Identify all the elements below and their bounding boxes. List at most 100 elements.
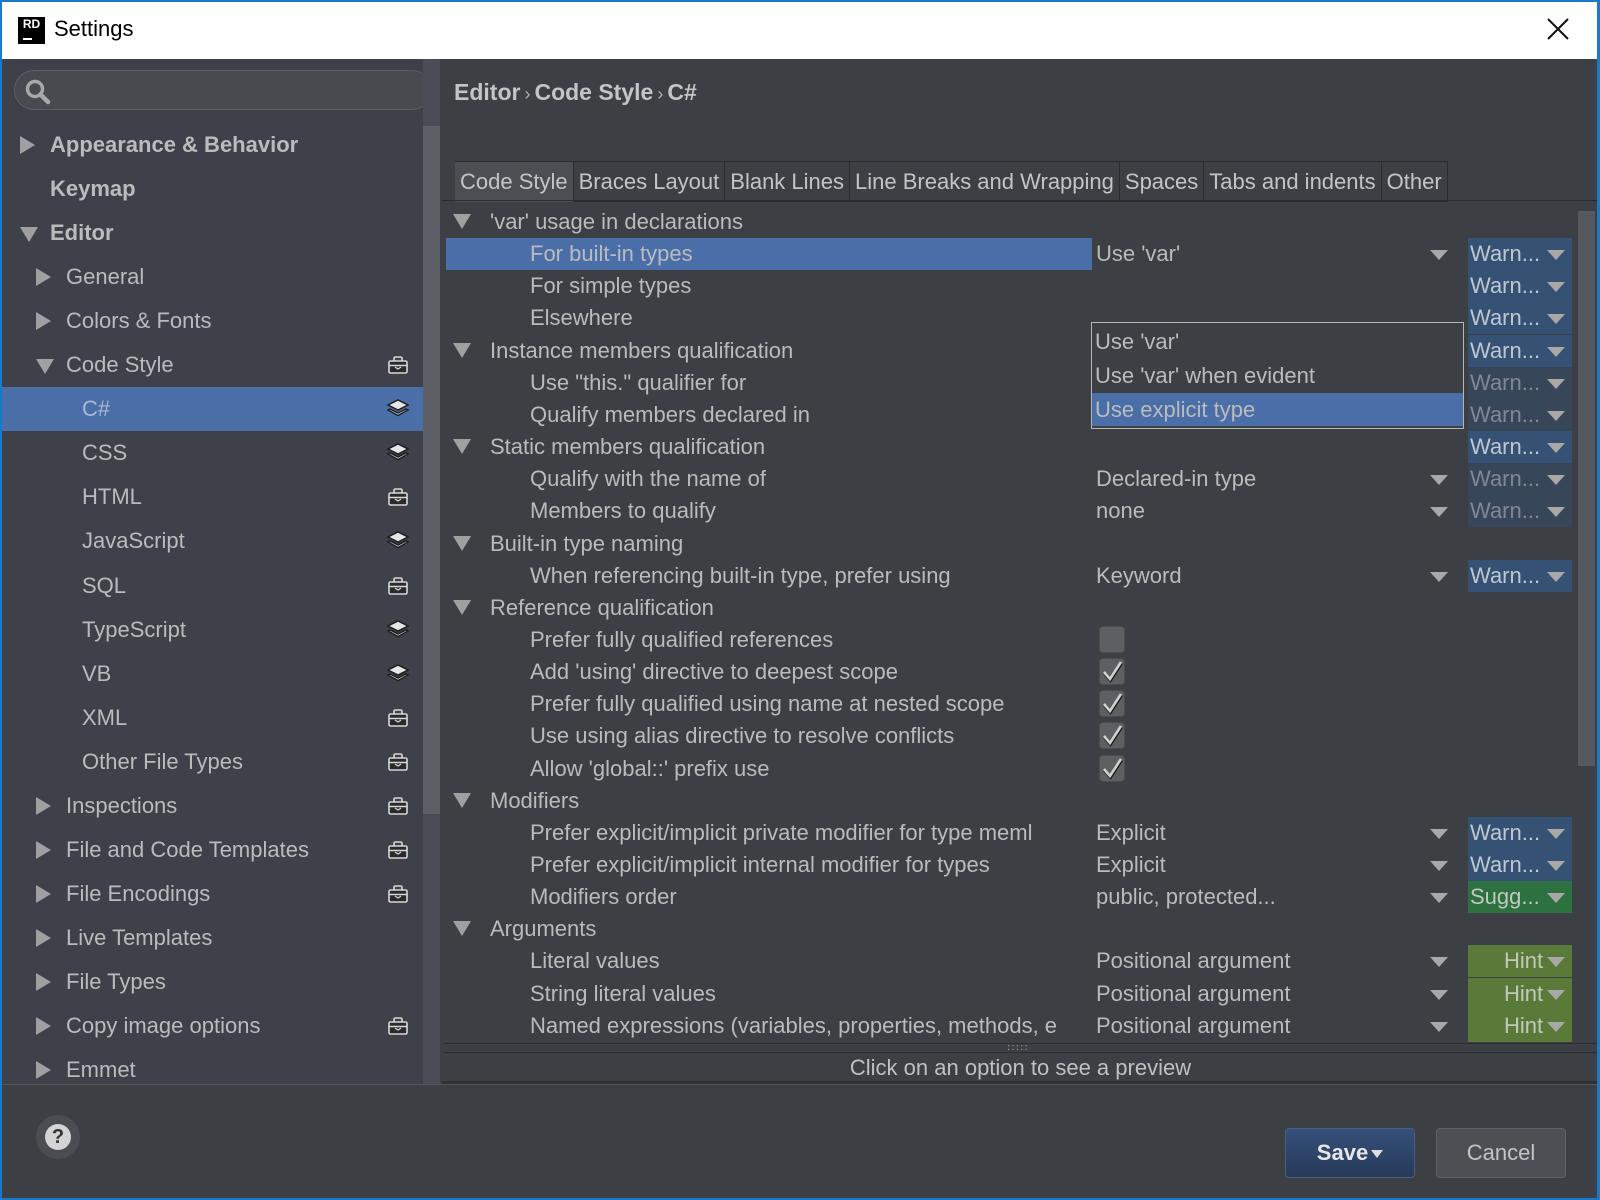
severity-select[interactable]: Hint xyxy=(1468,945,1572,978)
severity-select[interactable]: Warn... xyxy=(1468,463,1572,496)
chevron-down-icon[interactable] xyxy=(1430,571,1448,582)
option-group[interactable]: 'var' usage in declarations xyxy=(446,206,1573,238)
severity-select[interactable]: Hint xyxy=(1468,977,1572,1010)
sidebar-scrollbar[interactable] xyxy=(423,126,440,814)
option-row[interactable]: For simple types Warn... xyxy=(446,270,1573,303)
collapsed-arrow-icon[interactable] xyxy=(36,928,51,947)
sidebar-item[interactable]: VB xyxy=(2,652,423,696)
search-input[interactable] xyxy=(59,77,423,105)
option-value-select[interactable]: Declared-in type xyxy=(1096,466,1426,492)
tab-code-style[interactable]: Code Style xyxy=(455,162,574,202)
option-checkbox[interactable] xyxy=(1099,625,1125,653)
collapsed-arrow-icon[interactable] xyxy=(36,840,51,859)
sidebar-item[interactable]: XML xyxy=(2,696,423,740)
option-value-select[interactable]: Positional argument xyxy=(1096,948,1426,974)
option-row[interactable]: Literal values Positional argument Hint xyxy=(446,945,1573,978)
option-value-select[interactable]: none xyxy=(1096,498,1426,524)
chevron-down-icon[interactable] xyxy=(1430,861,1448,871)
option-row[interactable]: Modifiers order public, protected... Sugg.… xyxy=(446,881,1573,914)
expanded-arrow-icon[interactable] xyxy=(453,792,471,808)
sidebar-item[interactable]: File Encodings xyxy=(2,872,423,916)
option-row[interactable]: Allow 'global::' prefix use xyxy=(446,753,1573,785)
option-row[interactable]: Prefer fully qualified references xyxy=(446,624,1573,656)
option-row[interactable]: Qualify with the name of Declared-in type… xyxy=(446,463,1573,496)
chevron-down-icon[interactable] xyxy=(1430,250,1448,261)
tab-tabs-and-indents[interactable]: Tabs and indents xyxy=(1204,162,1382,202)
option-value-select[interactable]: public, protected... xyxy=(1096,884,1426,910)
sidebar-item[interactable]: Inspections xyxy=(2,784,423,828)
option-group[interactable]: Reference qualification xyxy=(446,592,1573,624)
option-row[interactable]: Prefer explicit/implicit private modifie… xyxy=(446,816,1573,849)
close-button[interactable] xyxy=(1543,14,1573,44)
severity-select[interactable]: Warn... xyxy=(1468,334,1572,367)
chevron-down-icon[interactable] xyxy=(1430,957,1448,968)
option-value-select[interactable]: Keyword xyxy=(1096,563,1426,589)
option-checkbox[interactable] xyxy=(1099,754,1125,782)
severity-select[interactable]: Warn... xyxy=(1468,238,1572,271)
severity-select[interactable]: Warn... xyxy=(1468,495,1572,528)
sidebar-item[interactable]: Live Templates xyxy=(2,916,423,960)
tab-line-breaks-and-wrapping[interactable]: Line Breaks and Wrapping xyxy=(850,162,1120,202)
expanded-arrow-icon[interactable] xyxy=(453,921,471,937)
sidebar-item[interactable]: Appearance & Behavior xyxy=(2,123,423,167)
dropdown-option[interactable]: Use 'var' when evident xyxy=(1092,359,1463,392)
option-checkbox[interactable] xyxy=(1099,722,1125,750)
severity-select[interactable]: Warn... xyxy=(1468,366,1572,399)
sidebar-item[interactable]: Emmet xyxy=(2,1048,423,1084)
option-group[interactable]: Modifiers xyxy=(446,785,1573,817)
sidebar-item[interactable]: Copy image options xyxy=(2,1004,423,1048)
severity-select[interactable]: Warn... xyxy=(1468,431,1572,464)
chevron-down-icon[interactable] xyxy=(1430,1021,1448,1032)
option-group[interactable]: Arguments xyxy=(446,913,1573,945)
collapsed-arrow-icon[interactable] xyxy=(36,268,51,287)
collapsed-arrow-icon[interactable] xyxy=(36,1061,51,1080)
dropdown-option[interactable]: Use 'var' xyxy=(1092,325,1463,358)
expanded-arrow-icon[interactable] xyxy=(453,342,471,358)
chevron-down-icon[interactable] xyxy=(1430,828,1448,839)
expanded-arrow-icon[interactable] xyxy=(453,535,471,551)
collapsed-arrow-icon[interactable] xyxy=(36,972,51,991)
option-row[interactable]: For built-in types Use 'var' Warn... xyxy=(446,238,1573,271)
collapsed-arrow-icon[interactable] xyxy=(36,796,51,815)
severity-select[interactable]: Warn... xyxy=(1468,270,1572,303)
help-button[interactable]: ? xyxy=(36,1115,80,1159)
cancel-button[interactable]: Cancel xyxy=(1436,1128,1566,1178)
chevron-down-icon[interactable] xyxy=(1430,507,1448,518)
option-row[interactable]: Use using alias directive to resolve con… xyxy=(446,720,1573,752)
severity-select[interactable]: Warn... xyxy=(1468,398,1572,431)
sidebar-item[interactable]: Colors & Fonts xyxy=(2,299,423,343)
tab-spaces[interactable]: Spaces xyxy=(1119,162,1205,202)
sidebar-item[interactable]: File Types xyxy=(2,960,423,1004)
option-value-select[interactable]: Positional argument xyxy=(1096,981,1426,1007)
chevron-down-icon[interactable] xyxy=(1430,893,1448,904)
dropdown-option[interactable]: Use explicit type xyxy=(1092,393,1463,426)
sidebar-item[interactable]: Editor xyxy=(2,211,423,255)
option-checkbox[interactable] xyxy=(1099,690,1125,718)
severity-select[interactable]: Warn... xyxy=(1468,816,1572,849)
option-row[interactable]: Prefer explicit/implicit internal modifi… xyxy=(446,849,1573,881)
option-row[interactable]: Members to qualify none Warn... xyxy=(446,495,1573,528)
sidebar-item[interactable]: CSS xyxy=(2,431,423,475)
sidebar-item[interactable]: General xyxy=(2,255,423,299)
sidebar-item[interactable]: SQL xyxy=(2,564,423,608)
tab-braces-layout[interactable]: Braces Layout xyxy=(573,162,726,202)
option-row[interactable]: Named expressions (variables, properties… xyxy=(446,1009,1573,1042)
chevron-down-icon[interactable] xyxy=(1430,475,1448,486)
sidebar-item[interactable]: Code Style xyxy=(2,343,423,387)
collapsed-arrow-icon[interactable] xyxy=(20,136,35,154)
option-value-select[interactable]: Explicit xyxy=(1096,852,1426,878)
sidebar-item[interactable]: Other File Types xyxy=(2,740,423,784)
collapsed-arrow-icon[interactable] xyxy=(36,312,51,331)
severity-select[interactable]: Warn... xyxy=(1468,559,1572,592)
sidebar-item[interactable]: C# xyxy=(2,387,423,432)
sidebar-item[interactable]: HTML xyxy=(2,475,423,519)
save-button[interactable]: Save xyxy=(1285,1128,1415,1178)
expanded-arrow-icon[interactable] xyxy=(453,214,471,229)
collapsed-arrow-icon[interactable] xyxy=(36,1017,51,1035)
option-row[interactable]: String literal values Positional argument… xyxy=(446,977,1573,1010)
sidebar-item[interactable]: Keymap xyxy=(2,167,423,211)
option-group[interactable]: Built-in type naming xyxy=(446,528,1573,560)
option-value-select[interactable]: Positional argument xyxy=(1096,1013,1426,1039)
expanded-arrow-icon[interactable] xyxy=(453,439,471,455)
preview-splitter[interactable]: ::::: xyxy=(444,1043,1597,1053)
